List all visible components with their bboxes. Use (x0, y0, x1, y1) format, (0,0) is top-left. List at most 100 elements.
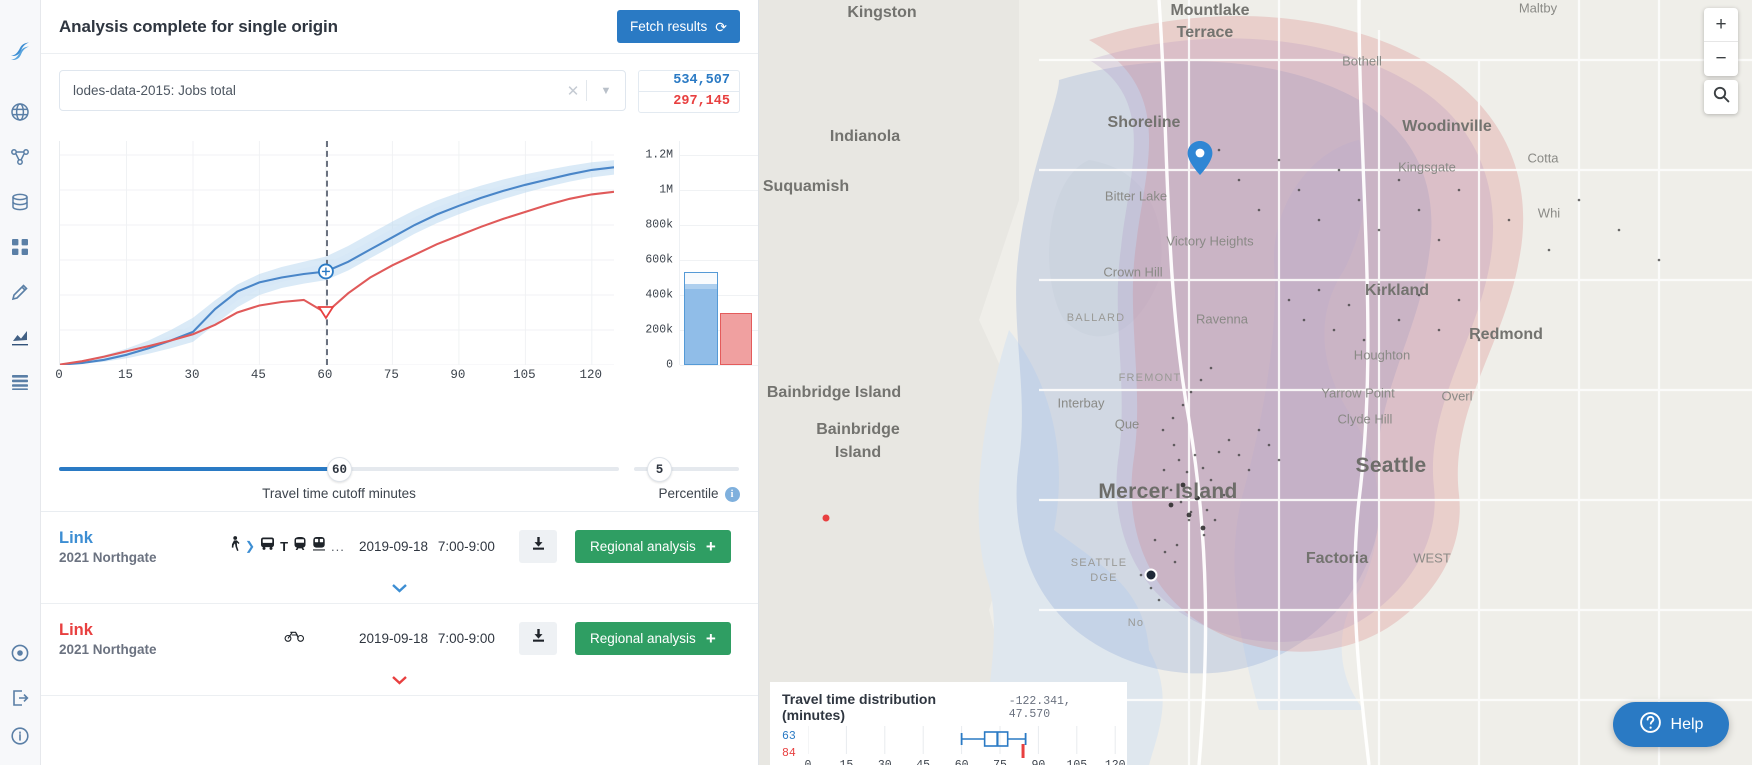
distribution-plot: 0153045607590105120 (808, 726, 1115, 762)
refresh-icon: ⟳ (715, 20, 727, 34)
expand-row-toggle[interactable] (41, 672, 758, 688)
network-icon[interactable] (0, 134, 41, 179)
chart-y-tick: 400k (645, 289, 673, 302)
mode-icons: ❯ T ... (229, 536, 359, 557)
plus-icon: + (706, 630, 716, 647)
cutoff-cursor-line[interactable] (326, 141, 328, 365)
bar-primary[interactable] (684, 272, 718, 366)
regional-analysis-button[interactable]: Regional analysis + (575, 530, 731, 563)
rail-icon (312, 536, 326, 556)
mode-icons (229, 629, 359, 647)
chart-plot-area (59, 141, 613, 365)
scenario-variant: 2021 Northgate (59, 550, 229, 565)
cutoff-slider-fill (59, 467, 339, 471)
zoom-in-button[interactable]: + (1704, 8, 1738, 42)
distribution-title: Travel time distribution (minutes) (782, 691, 995, 723)
analysis-panel: Analysis complete for single origin Fetc… (41, 0, 759, 765)
search-icon (1713, 86, 1730, 108)
download-button[interactable] (519, 622, 557, 655)
scenario-link[interactable]: Link (59, 527, 229, 549)
cutoff-slider-knob[interactable]: 60 (327, 457, 352, 482)
chart-y-tick: 800k (645, 219, 673, 232)
boxplot-svg (808, 726, 1128, 758)
distribution-x-tick: 90 (1031, 759, 1045, 765)
download-icon (531, 536, 546, 556)
download-icon (531, 628, 546, 648)
database-icon[interactable] (0, 179, 41, 224)
analysis-time: 7:00-9:00 (438, 539, 495, 554)
chart-x-tick: 15 (118, 368, 133, 382)
expand-row-toggle[interactable] (41, 580, 758, 596)
accessibility-stats: 534,507 297,145 (638, 70, 740, 113)
opportunity-dataset-select[interactable]: lodes-data-2015: Jobs total ✕ ▼ (59, 70, 626, 111)
chart-x-tick: 45 (251, 368, 266, 382)
bar-gridline (680, 260, 759, 261)
result-row: Link 2021 Northgate 2019-09-18 7:00-9:00 (41, 604, 758, 696)
chart-y-tick: 600k (645, 254, 673, 267)
info-icon[interactable]: i (725, 487, 740, 502)
download-button[interactable] (519, 530, 557, 563)
percentile-slider-label-wrap: Percentilei (634, 486, 759, 502)
bar-gridline (680, 155, 759, 156)
destination-marker[interactable] (1145, 569, 1158, 582)
info-icon[interactable] (0, 720, 41, 765)
logo-icon[interactable] (9, 40, 31, 67)
chart-svg (60, 141, 614, 365)
chart-icon[interactable] (0, 314, 41, 359)
distribution-x-tick: 30 (878, 759, 892, 765)
map-search-button[interactable] (1704, 80, 1738, 114)
distribution-comparison-value: 84 (782, 745, 796, 762)
chart-x-tick: 30 (184, 368, 199, 382)
regional-analysis-button[interactable]: Regional analysis + (575, 622, 731, 655)
chart-y-tick: 200k (645, 324, 673, 337)
map-zoom-controls: + − (1704, 8, 1738, 76)
logout-icon[interactable] (0, 675, 41, 720)
help-button[interactable]: Help (1613, 702, 1729, 747)
distribution-x-tick: 105 (1066, 759, 1087, 765)
fetch-results-button[interactable]: Fetch results ⟳ (617, 10, 740, 43)
cutoff-slider-label: Travel time cutoff minutes (59, 486, 619, 501)
more-modes-ellipsis[interactable]: ... (331, 539, 345, 554)
zoom-out-button[interactable]: − (1704, 42, 1738, 76)
chart-x-tick: 105 (513, 368, 536, 382)
regional-analysis-label: Regional analysis (590, 631, 696, 646)
close-icon[interactable]: ✕ (560, 82, 586, 100)
travel-time-distribution-card: Travel time distribution (minutes) -122.… (770, 682, 1127, 765)
bar-percentile-band (685, 278, 717, 289)
map-pin-icon[interactable] (1187, 141, 1213, 175)
app-root: Analysis complete for single origin Fetc… (0, 0, 1752, 765)
subway-icon (293, 536, 307, 556)
slider-controls: 60 Travel time cutoff minutes 5 Percenti… (59, 443, 740, 505)
distribution-x-tick: 15 (839, 759, 853, 765)
globe-icon[interactable] (0, 89, 41, 134)
percentile-slider-knob[interactable]: 5 (647, 457, 672, 482)
chevron-down-icon (391, 675, 408, 685)
dataset-value: lodes-data-2015: Jobs total (60, 83, 560, 98)
scenario-link[interactable]: Link (59, 619, 229, 641)
help-label: Help (1671, 716, 1704, 734)
grid-icon[interactable] (0, 224, 41, 269)
chart-y-tick: 1.2M (645, 149, 673, 162)
chevron-down-icon[interactable]: ▼ (587, 85, 625, 97)
chart-x-tick: 0 (55, 368, 63, 382)
distribution-x-tick: 45 (916, 759, 930, 765)
percentile-bar-chart[interactable] (679, 141, 751, 365)
scenario-name-cell: Link 2021 Northgate (59, 527, 229, 564)
map-canvas[interactable]: Mercer Island Seattle Kingston Indianola… (759, 0, 1752, 765)
panel-header: Analysis complete for single origin Fetc… (41, 0, 758, 54)
distribution-x-tick: 60 (955, 759, 969, 765)
chart-y-tick: 1M (659, 184, 673, 197)
layers-icon[interactable] (0, 359, 41, 404)
left-nav-rail (0, 0, 41, 765)
tram-icon: T (280, 539, 288, 554)
bar-gridline (680, 365, 759, 366)
result-row: Link 2021 Northgate ❯ T (41, 512, 758, 604)
page-title: Analysis complete for single origin (59, 17, 338, 37)
bar-comparison[interactable] (720, 313, 752, 365)
pencil-icon[interactable] (0, 269, 41, 314)
map-point (823, 515, 830, 522)
accessibility-chart[interactable]: 0153045607590105120 0200k400k600k800k1M1… (59, 123, 740, 443)
distribution-x-tick: 0 (805, 759, 812, 765)
analysis-date: 2019-09-18 (359, 539, 428, 554)
record-icon[interactable] (0, 630, 41, 675)
